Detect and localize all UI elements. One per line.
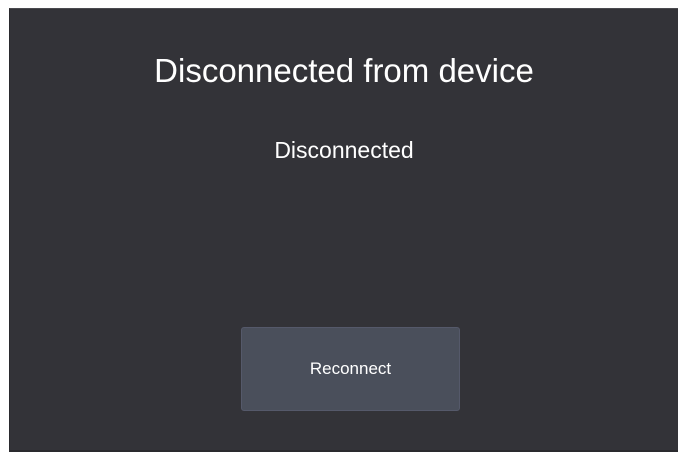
reconnect-button[interactable]: Reconnect [241, 327, 460, 411]
connection-status-text: Disconnected [274, 137, 414, 163]
disconnected-dialog: Disconnected from device Disconnected Re… [9, 8, 678, 452]
dialog-title: Disconnected from device [154, 52, 534, 89]
reconnect-button-label: Reconnect [309, 359, 392, 378]
